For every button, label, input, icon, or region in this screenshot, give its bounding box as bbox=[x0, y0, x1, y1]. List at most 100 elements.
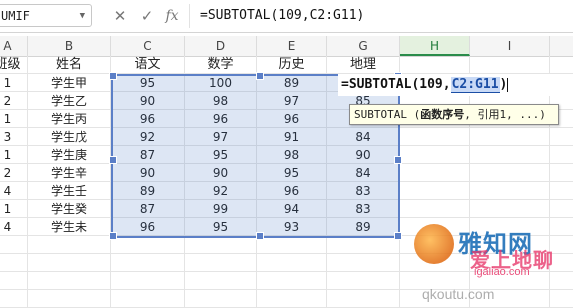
table-cell[interactable]: 90 bbox=[111, 164, 185, 182]
name-box[interactable]: UMIF ▼ bbox=[0, 4, 92, 27]
table-cell[interactable] bbox=[400, 164, 470, 182]
table-cell[interactable]: 95 bbox=[185, 218, 257, 236]
table-cell[interactable]: 97 bbox=[185, 128, 257, 146]
table-cell[interactable] bbox=[470, 200, 550, 218]
table-cell[interactable]: 92 bbox=[111, 128, 185, 146]
table-cell[interactable]: 83 bbox=[327, 200, 400, 218]
empty-cell[interactable] bbox=[185, 254, 257, 272]
table-cell[interactable]: 89 bbox=[111, 182, 185, 200]
table-cell[interactable] bbox=[550, 164, 573, 182]
column-header-h[interactable]: H bbox=[400, 36, 470, 56]
empty-cell[interactable] bbox=[111, 290, 185, 308]
table-cell[interactable]: 89 bbox=[257, 74, 327, 92]
empty-cell[interactable] bbox=[550, 290, 573, 308]
empty-cell[interactable] bbox=[111, 236, 185, 254]
table-cell[interactable]: 学生庚 bbox=[28, 146, 111, 164]
table-cell[interactable] bbox=[470, 218, 550, 236]
header-cell[interactable]: 数学 bbox=[185, 56, 257, 74]
empty-cell[interactable] bbox=[28, 272, 111, 290]
table-cell[interactable]: 83 bbox=[327, 182, 400, 200]
header-cell[interactable] bbox=[470, 56, 550, 74]
empty-cell[interactable] bbox=[400, 254, 470, 272]
table-cell[interactable]: 90 bbox=[111, 92, 185, 110]
table-cell[interactable]: 96 bbox=[111, 110, 185, 128]
confirm-icon[interactable]: ✓ bbox=[135, 4, 159, 28]
table-cell[interactable]: 学生戊 bbox=[28, 128, 111, 146]
table-cell[interactable]: 93 bbox=[257, 218, 327, 236]
table-cell[interactable]: 4 bbox=[0, 218, 28, 236]
empty-cell[interactable] bbox=[257, 236, 327, 254]
table-cell[interactable] bbox=[400, 128, 470, 146]
empty-cell[interactable] bbox=[400, 236, 470, 254]
header-cell[interactable] bbox=[400, 56, 470, 74]
empty-cell[interactable] bbox=[470, 254, 550, 272]
empty-cell[interactable] bbox=[0, 272, 28, 290]
empty-cell[interactable] bbox=[0, 290, 28, 308]
empty-cell[interactable] bbox=[0, 236, 28, 254]
table-cell[interactable]: 100 bbox=[185, 74, 257, 92]
column-header-i[interactable]: I bbox=[470, 36, 550, 56]
table-cell[interactable]: 90 bbox=[185, 164, 257, 182]
table-cell[interactable]: 3 bbox=[0, 128, 28, 146]
empty-cell[interactable] bbox=[28, 254, 111, 272]
empty-cell[interactable] bbox=[185, 272, 257, 290]
column-header-g[interactable]: G bbox=[327, 36, 400, 56]
table-cell[interactable]: 98 bbox=[185, 92, 257, 110]
empty-cell[interactable] bbox=[185, 236, 257, 254]
empty-cell[interactable] bbox=[327, 272, 400, 290]
table-cell[interactable] bbox=[400, 182, 470, 200]
table-cell[interactable]: 学生乙 bbox=[28, 92, 111, 110]
header-cell[interactable] bbox=[550, 56, 573, 74]
table-cell[interactable]: 学生未 bbox=[28, 218, 111, 236]
empty-cell[interactable] bbox=[550, 272, 573, 290]
column-header-c[interactable]: C bbox=[111, 36, 185, 56]
table-cell[interactable] bbox=[550, 128, 573, 146]
empty-cell[interactable] bbox=[470, 272, 550, 290]
table-cell[interactable] bbox=[470, 146, 550, 164]
empty-cell[interactable] bbox=[327, 290, 400, 308]
column-header-next[interactable] bbox=[550, 36, 573, 56]
chevron-down-icon[interactable]: ▼ bbox=[80, 5, 85, 26]
table-cell[interactable] bbox=[400, 146, 470, 164]
formula-input[interactable]: =SUBTOTAL(109,C2:G11) bbox=[189, 4, 573, 28]
table-cell[interactable] bbox=[400, 218, 470, 236]
table-cell[interactable]: 90 bbox=[327, 146, 400, 164]
table-cell[interactable]: 1 bbox=[0, 110, 28, 128]
header-cell[interactable]: 班级 bbox=[0, 56, 28, 74]
empty-cell[interactable] bbox=[470, 290, 550, 308]
table-cell[interactable]: 1 bbox=[0, 146, 28, 164]
table-cell[interactable] bbox=[550, 146, 573, 164]
table-cell[interactable] bbox=[550, 182, 573, 200]
table-cell[interactable]: 84 bbox=[327, 164, 400, 182]
empty-cell[interactable] bbox=[257, 254, 327, 272]
empty-cell[interactable] bbox=[257, 272, 327, 290]
table-cell[interactable]: 87 bbox=[111, 146, 185, 164]
cancel-icon[interactable]: ✕ bbox=[108, 4, 132, 28]
table-cell[interactable] bbox=[470, 182, 550, 200]
header-cell[interactable]: 语文 bbox=[111, 56, 185, 74]
table-cell[interactable]: 学生辛 bbox=[28, 164, 111, 182]
table-cell[interactable]: 2 bbox=[0, 164, 28, 182]
table-cell[interactable]: 91 bbox=[257, 128, 327, 146]
empty-cell[interactable] bbox=[0, 254, 28, 272]
empty-cell[interactable] bbox=[111, 254, 185, 272]
empty-cell[interactable] bbox=[327, 236, 400, 254]
table-cell[interactable]: 92 bbox=[185, 182, 257, 200]
empty-cell[interactable] bbox=[28, 236, 111, 254]
table-cell[interactable]: 95 bbox=[257, 164, 327, 182]
table-cell[interactable]: 4 bbox=[0, 182, 28, 200]
empty-cell[interactable] bbox=[400, 290, 470, 308]
table-cell[interactable]: 95 bbox=[185, 146, 257, 164]
table-cell[interactable] bbox=[470, 128, 550, 146]
column-header-a[interactable]: A bbox=[0, 36, 28, 56]
column-header-b[interactable]: B bbox=[28, 36, 111, 56]
table-cell[interactable]: 1 bbox=[0, 74, 28, 92]
table-cell[interactable]: 84 bbox=[327, 128, 400, 146]
tooltip-function-name[interactable]: SUBTOTAL bbox=[354, 108, 407, 121]
editing-cell[interactable]: =SUBTOTAL(109,C2:G11) bbox=[338, 74, 573, 96]
table-cell[interactable]: 96 bbox=[185, 110, 257, 128]
table-cell[interactable]: 96 bbox=[257, 110, 327, 128]
empty-cell[interactable] bbox=[550, 236, 573, 254]
header-cell[interactable]: 地理 bbox=[327, 56, 400, 74]
empty-cell[interactable] bbox=[257, 290, 327, 308]
